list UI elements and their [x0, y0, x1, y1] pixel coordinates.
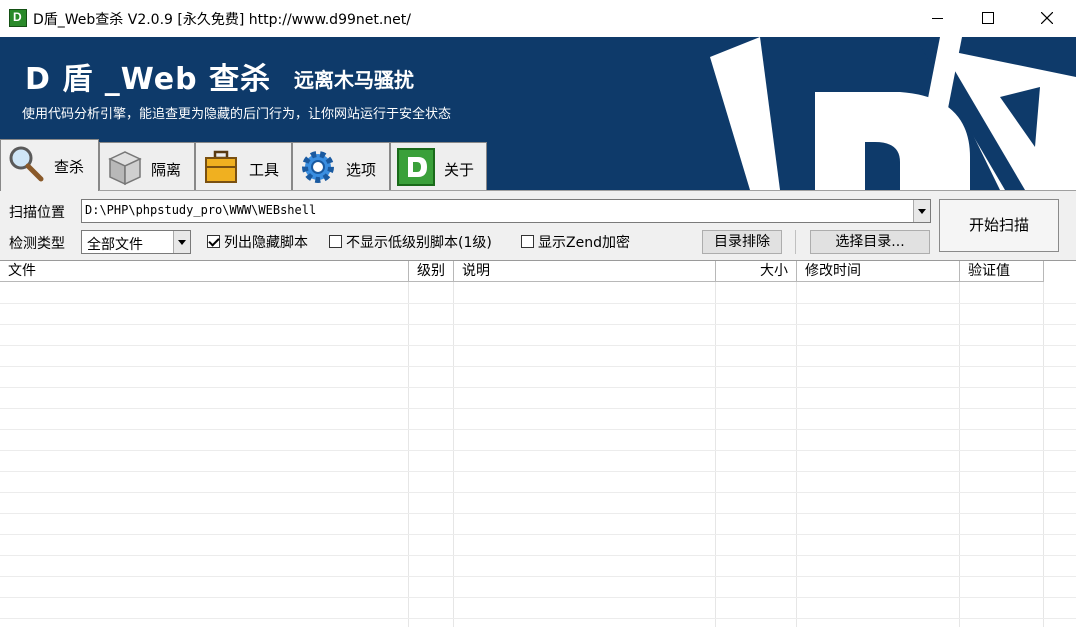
tab-scan-label: 查杀: [54, 158, 85, 176]
start-scan-button[interactable]: 开始扫描: [939, 199, 1059, 252]
show-zend-label: 显示Zend加密: [538, 235, 630, 251]
hidden-scripts-checkbox[interactable]: [207, 235, 220, 248]
tab-options-label: 选项: [346, 161, 377, 179]
title-bar: D盾_Web查杀 V2.0.9 [永久免费] http://www.d99net…: [0, 0, 1076, 37]
minimize-button[interactable]: [915, 0, 961, 37]
tab-quarantine[interactable]: 隔离: [99, 142, 195, 190]
tab-options[interactable]: 选项: [292, 142, 390, 190]
row-divider: [0, 576, 1076, 577]
row-divider: [0, 345, 1076, 346]
tab-tools-label: 工具: [249, 161, 280, 179]
column-header-description[interactable]: 说明: [454, 261, 716, 282]
select-dir-button[interactable]: 选择目录...: [810, 230, 930, 254]
column-header-level[interactable]: 级别: [409, 261, 454, 282]
hide-low-level-checkbox[interactable]: [329, 235, 342, 248]
row-divider: [0, 618, 1076, 619]
scan-location-combo[interactable]: D:\PHP\phpstudy_pro\WWW\WEBshell: [81, 199, 931, 223]
row-divider: [0, 387, 1076, 388]
d-logo-icon: [397, 148, 435, 186]
box-icon: [108, 151, 142, 186]
show-zend-checkbox[interactable]: [521, 235, 534, 248]
row-divider: [0, 492, 1076, 493]
row-divider: [0, 408, 1076, 409]
magnifier-icon: [9, 146, 44, 182]
scan-location-dropdown-button[interactable]: [913, 200, 930, 222]
tab-scan[interactable]: 查杀: [0, 139, 99, 191]
toolbox-icon: [205, 150, 237, 183]
hidden-scripts-label: 列出隐藏脚本: [224, 235, 308, 251]
column-header-size[interactable]: 大小: [716, 261, 797, 282]
app-icon: [9, 9, 27, 27]
scan-type-label: 检测类型: [9, 236, 65, 252]
tab-quarantine-label: 隔离: [151, 161, 182, 179]
scan-location-value: D:\PHP\phpstudy_pro\WWW\WEBshell: [85, 203, 317, 217]
row-divider: [0, 471, 1076, 472]
tab-about-label: 关于: [444, 161, 475, 179]
row-divider: [0, 366, 1076, 367]
column-header-modified-time[interactable]: 修改时间: [797, 261, 960, 282]
maximize-button[interactable]: [965, 0, 1011, 37]
close-icon: [1041, 12, 1053, 24]
exclude-dir-button[interactable]: 目录排除: [702, 230, 782, 254]
row-divider: [0, 597, 1076, 598]
row-divider: [0, 513, 1076, 514]
toolbar-separator: [795, 230, 796, 254]
tab-tools[interactable]: 工具: [195, 142, 292, 190]
row-divider: [0, 324, 1076, 325]
row-divider: [0, 429, 1076, 430]
tab-about[interactable]: 关于: [390, 142, 487, 190]
gear-icon: [302, 151, 334, 183]
column-header-file[interactable]: 文件: [0, 261, 409, 282]
row-divider: [0, 303, 1076, 304]
banner-subtitle: 远离木马骚扰: [294, 68, 414, 92]
column-header-hash[interactable]: 验证值: [960, 261, 1044, 282]
scan-type-dropdown-button[interactable]: [173, 231, 190, 253]
d-shield-logo: [710, 37, 1076, 190]
close-button[interactable]: [1024, 0, 1070, 37]
hide-low-level-label: 不显示低级别脚本(1级): [346, 235, 492, 251]
banner-slogan: 使用代码分析引擎，能追查更为隐藏的后门行为，让你网站运行于安全状态: [22, 107, 452, 122]
row-divider: [0, 534, 1076, 535]
results-table[interactable]: 文件 级别 说明 大小 修改时间 验证值: [0, 260, 1076, 627]
banner-title: D 盾 _Web 查杀: [25, 62, 272, 97]
scan-location-label: 扫描位置: [9, 205, 65, 221]
row-divider: [0, 450, 1076, 451]
scan-type-value: 全部文件: [87, 237, 143, 253]
scan-panel: 扫描位置 D:\PHP\phpstudy_pro\WWW\WEBshell 检测…: [0, 190, 1076, 260]
row-divider: [0, 555, 1076, 556]
window-title: D盾_Web查杀 V2.0.9 [永久免费] http://www.d99net…: [33, 12, 411, 28]
scan-type-select[interactable]: 全部文件: [81, 230, 191, 254]
